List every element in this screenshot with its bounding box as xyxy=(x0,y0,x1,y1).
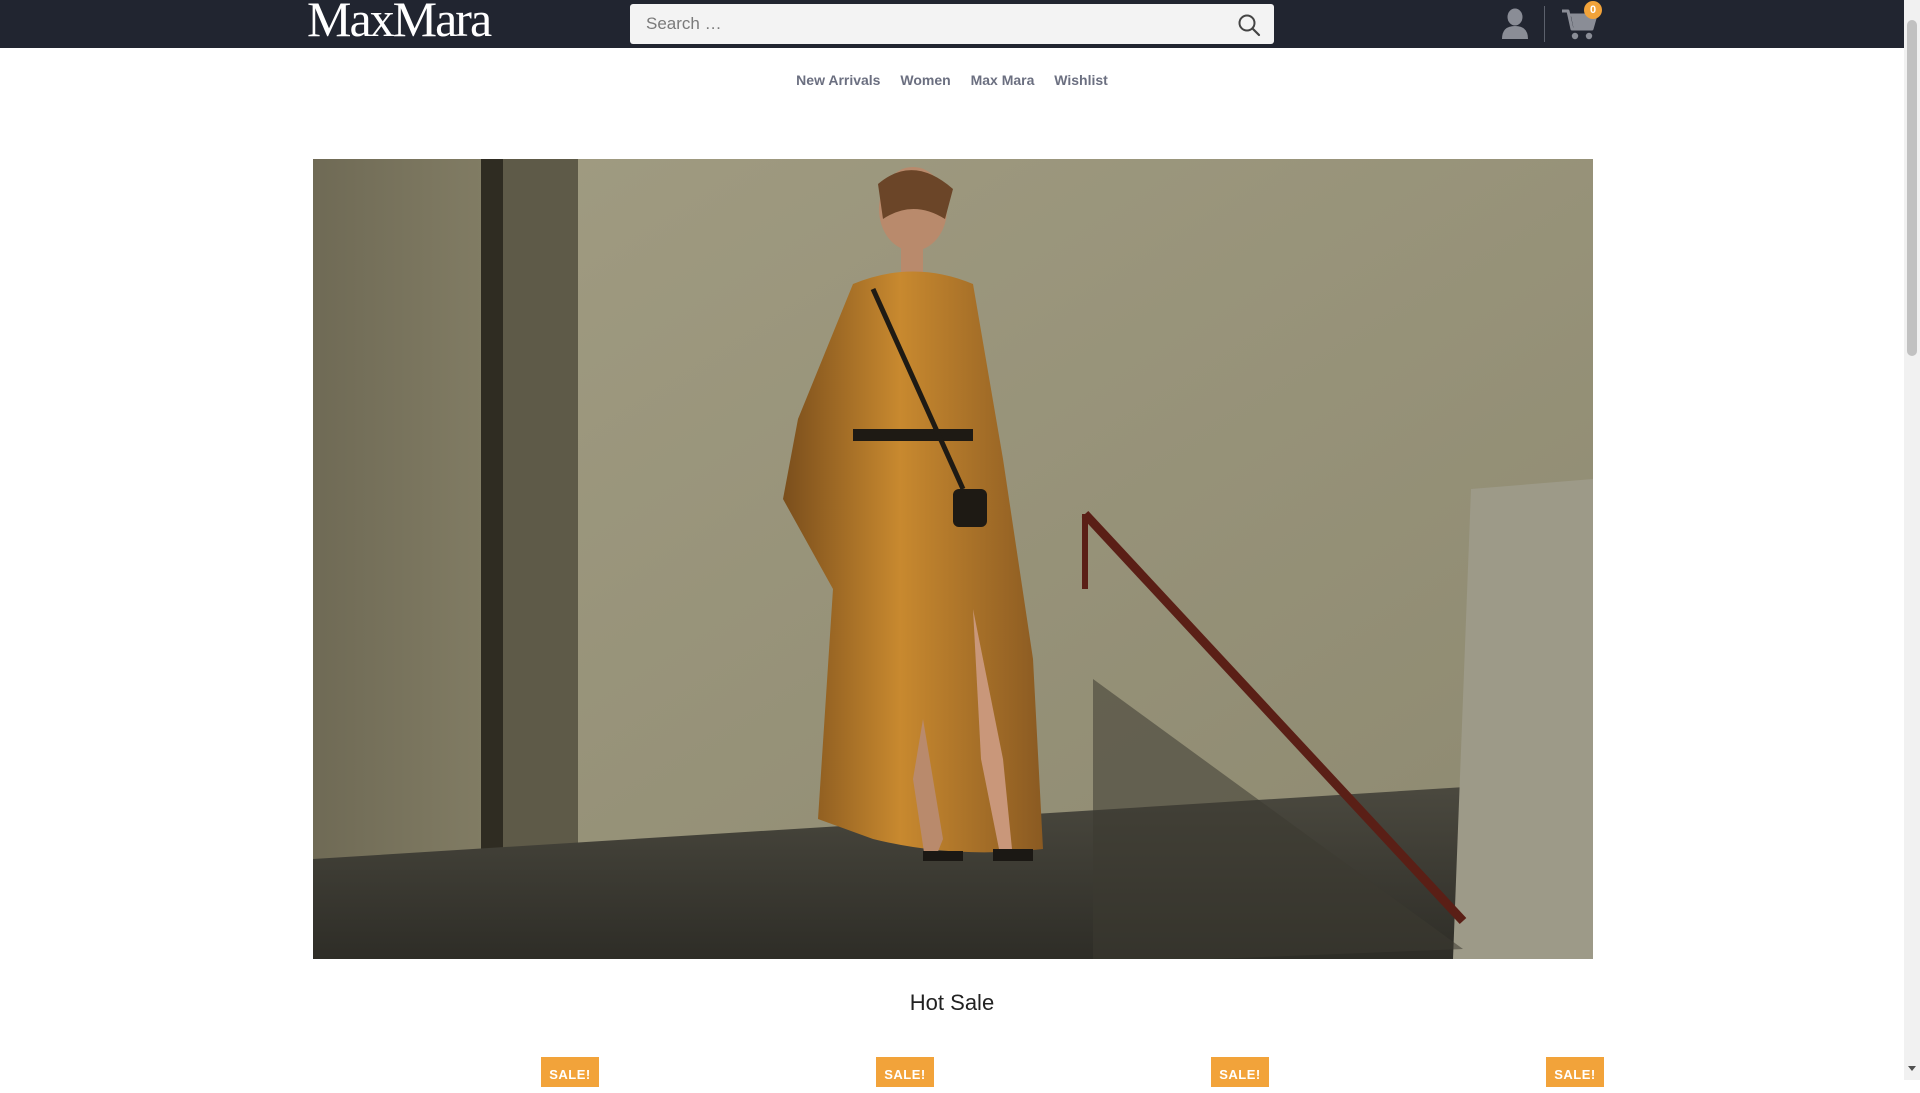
search-box xyxy=(630,4,1274,44)
section-title-hot-sale: Hot Sale xyxy=(909,990,995,1015)
sale-badge: SALE! xyxy=(1211,1057,1269,1087)
nav-item-wishlist[interactable]: Wishlist xyxy=(1054,72,1108,88)
sale-badge: SALE! xyxy=(1546,1057,1604,1087)
hero-banner-image[interactable] xyxy=(313,159,1593,959)
site-logo[interactable]: MaxMara xyxy=(307,0,492,44)
header-divider xyxy=(1544,6,1545,42)
cart-count-badge: 0 xyxy=(1584,1,1602,19)
nav-item-women[interactable]: Women xyxy=(900,72,950,88)
nav-item-max-mara[interactable]: Max Mara xyxy=(971,72,1035,88)
scroll-down-arrow-icon[interactable] xyxy=(1908,1066,1916,1071)
account-button[interactable] xyxy=(1498,6,1532,40)
search-button[interactable] xyxy=(1236,12,1262,38)
search-input[interactable] xyxy=(630,4,1190,44)
search-icon xyxy=(1238,14,1261,37)
nav-item-new-arrivals[interactable]: New Arrivals xyxy=(796,72,880,88)
main-navigation: New Arrivals Women Max Mara Wishlist xyxy=(0,72,1904,88)
sale-badge: SALE! xyxy=(876,1057,934,1087)
hero-photo-illustration xyxy=(313,159,1593,959)
top-header-bar: MaxMara 0 xyxy=(0,0,1904,48)
scrollbar-thumb[interactable] xyxy=(1907,20,1917,356)
user-icon xyxy=(1502,8,1528,39)
sale-badge: SALE! xyxy=(541,1057,599,1087)
